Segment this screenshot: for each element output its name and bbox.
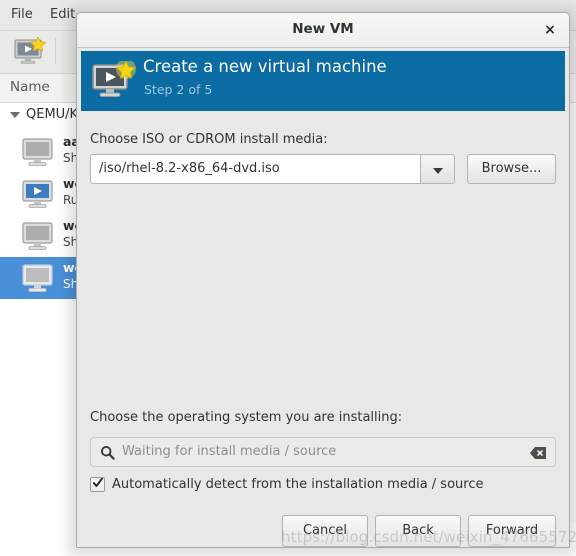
forward-button[interactable]: Forward (468, 515, 556, 547)
monitor-icon (22, 264, 57, 293)
back-button[interactable]: Back (375, 515, 461, 547)
os-search-placeholder: Waiting for install media / source (122, 444, 337, 459)
monitor-icon (22, 138, 57, 167)
chevron-down-icon (433, 168, 443, 174)
browse-button-label: Browse... (481, 161, 542, 176)
column-header-name-label: Name (10, 79, 50, 95)
os-search-input[interactable]: Waiting for install media / source (90, 437, 556, 467)
close-icon[interactable]: × (541, 21, 559, 39)
new-vm-monitor-star-icon (92, 59, 136, 101)
iso-label: Choose ISO or CDROM install media: (90, 132, 328, 147)
cancel-button[interactable]: Cancel (282, 515, 368, 547)
autodetect-label: Automatically detect from the installati… (112, 477, 484, 492)
iso-path-value: /iso/rhel-8.2-x86_64-dvd.iso (99, 161, 280, 176)
toolbar-separator (55, 38, 56, 64)
os-label: Choose the operating system you are inst… (90, 410, 403, 425)
dialog-body: Choose ISO or CDROM install media: /iso/… (77, 112, 569, 547)
search-icon (100, 445, 115, 460)
cancel-button-label: Cancel (302, 523, 348, 538)
checkmark-icon (92, 477, 103, 489)
screen: File Edit Name QEMU/KV aa Sh we Ru we Sh… (0, 0, 576, 556)
dialog-banner: Create a new virtual machine Step 2 of 5 (81, 51, 565, 111)
forward-button-label: Forward (485, 523, 539, 538)
chevron-down-icon[interactable] (10, 112, 20, 118)
clear-entry-icon[interactable] (530, 446, 547, 460)
autodetect-checkbox[interactable] (90, 477, 105, 492)
monitor-running-icon (22, 180, 57, 209)
browse-button[interactable]: Browse... (467, 154, 556, 184)
dialog-titlebar[interactable]: New VM × (77, 13, 569, 48)
iso-dropdown-button[interactable] (420, 154, 455, 184)
back-button-label: Back (402, 523, 434, 538)
dialog-title: New VM (292, 21, 354, 37)
banner-step: Step 2 of 5 (144, 82, 213, 97)
iso-path-input[interactable]: /iso/rhel-8.2-x86_64-dvd.iso (90, 154, 420, 184)
menu-item-file[interactable]: File (11, 7, 33, 22)
new-vm-button[interactable] (14, 36, 47, 67)
banner-title: Create a new virtual machine (143, 57, 387, 76)
monitor-icon (22, 222, 57, 251)
new-vm-dialog: New VM × Create a new virtual machine St… (76, 12, 570, 548)
